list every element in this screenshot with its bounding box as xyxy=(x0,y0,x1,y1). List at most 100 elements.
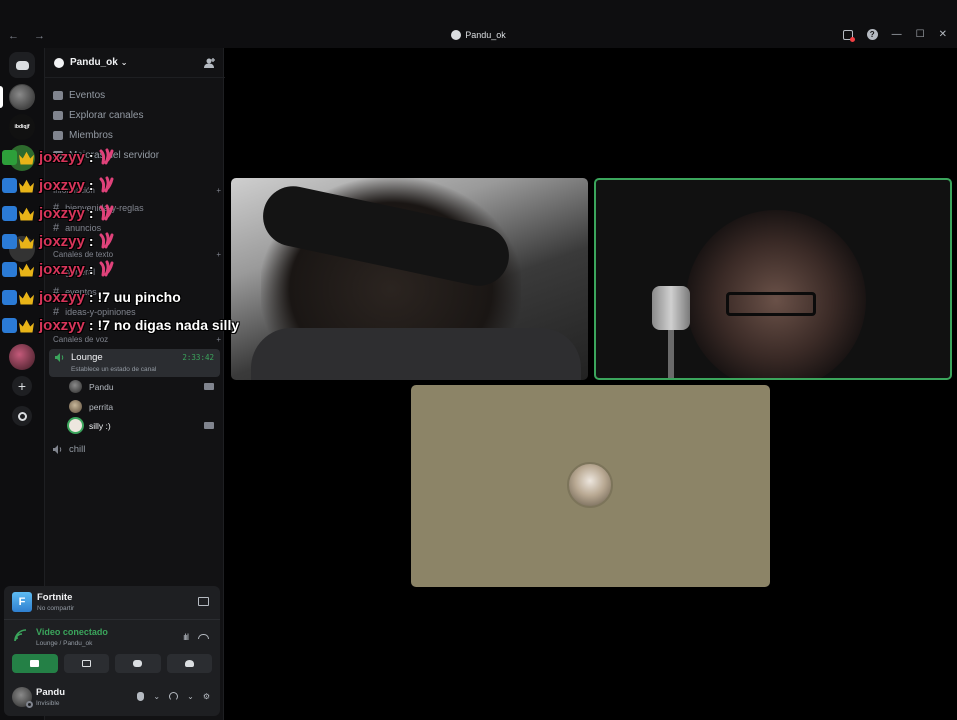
server-ibdiqjf-icon[interactable]: ibdiqjf xyxy=(9,114,35,140)
window-title: Pandu_ok xyxy=(0,30,957,40)
soundboard-icon xyxy=(184,660,194,667)
menu-members[interactable]: Miembros xyxy=(53,126,113,144)
voice-status-title: Video conectado xyxy=(36,627,108,637)
chevron-down-icon[interactable]: ⌄ xyxy=(153,692,160,701)
category-voice[interactable]: Canales de voz + xyxy=(53,335,221,344)
video-icon xyxy=(30,660,40,667)
chat-username: joxzyy xyxy=(39,260,85,278)
share-screen-icon[interactable] xyxy=(198,597,209,606)
emote-icon xyxy=(99,204,114,221)
avatar xyxy=(69,380,82,393)
avatar xyxy=(69,419,82,432)
chat-separator: : xyxy=(88,177,94,193)
activities-button[interactable] xyxy=(115,654,161,673)
close-button[interactable]: ✕ xyxy=(939,29,947,40)
chat-message: joxzyy : xyxy=(2,258,116,280)
title-bar: ← → Pandu_ok ? — ☐ ✕ xyxy=(0,0,957,48)
fortnite-icon: F xyxy=(12,592,32,612)
chat-text: !7 no digas nada silly xyxy=(97,317,240,333)
voice-channel-name: Lounge xyxy=(71,352,103,363)
chat-message: joxzyy : xyxy=(2,230,116,252)
chat-username: joxzyy xyxy=(39,232,85,250)
badge-icon xyxy=(2,149,17,165)
video-tile-speaking[interactable] xyxy=(594,178,952,380)
soundboard-button[interactable] xyxy=(166,654,212,673)
members-icon xyxy=(53,130,63,140)
server-header[interactable]: Pandu_ok ⌄ xyxy=(45,48,225,78)
window-controls: ? — ☐ ✕ xyxy=(842,29,947,42)
user-controls: ⌄ ⌄ ⚙ xyxy=(137,692,210,701)
inbox-icon[interactable] xyxy=(842,29,855,42)
chevron-down-icon: ⌄ xyxy=(120,58,128,67)
noise-suppression-icon[interactable]: ılıl xyxy=(183,632,189,642)
chat-username: joxzyy xyxy=(39,288,85,306)
chevron-down-icon[interactable]: ⌄ xyxy=(187,692,194,701)
server-icon xyxy=(451,30,462,40)
emote-icon xyxy=(99,260,114,277)
headphones-icon[interactable] xyxy=(169,692,179,701)
emote-icon xyxy=(99,148,114,165)
chat-username: joxzyy xyxy=(39,148,85,166)
screen-share-button[interactable] xyxy=(63,654,109,673)
crown-badge-icon xyxy=(19,319,34,333)
crown-badge-icon xyxy=(19,151,34,165)
chat-username: joxzyy xyxy=(39,176,85,194)
menu-events[interactable]: Eventos xyxy=(53,86,105,104)
crown-badge-icon xyxy=(19,291,34,305)
add-server-icon[interactable]: + xyxy=(12,376,32,396)
server-pink-icon[interactable] xyxy=(9,344,35,370)
crown-badge-icon xyxy=(19,235,34,249)
voice-member-perrita[interactable]: perrita xyxy=(69,400,113,413)
discord-home-icon[interactable] xyxy=(9,52,35,78)
chat-text: !7 uu pincho xyxy=(97,289,181,305)
add-channel-icon[interactable]: + xyxy=(216,335,221,344)
mod-badge-icon xyxy=(2,205,17,221)
video-tile-pandu[interactable] xyxy=(231,178,588,380)
camera-icon xyxy=(204,383,214,390)
mod-badge-icon xyxy=(2,317,17,333)
voice-status-path[interactable]: Lounge / Pandu_ok xyxy=(36,640,92,647)
video-tile-avatar[interactable] xyxy=(411,385,770,587)
menu-browse-channels[interactable]: Explorar canales xyxy=(53,106,143,124)
video-feed-detail xyxy=(726,292,816,316)
discover-icon[interactable] xyxy=(12,406,32,426)
server-pandu-icon[interactable] xyxy=(9,84,35,110)
server-name: Pandu_ok xyxy=(70,57,118,68)
microphone-icon[interactable] xyxy=(137,692,145,701)
mod-badge-icon xyxy=(2,261,17,277)
camera-button[interactable] xyxy=(12,654,58,673)
chat-message: joxzyy : xyxy=(2,202,116,224)
activity-name: Fortnite xyxy=(37,592,73,603)
video-feed-detail xyxy=(668,330,674,378)
chat-separator: : xyxy=(88,149,94,165)
invite-icon[interactable] xyxy=(204,57,216,69)
screen-icon xyxy=(81,660,91,667)
activity-fortnite[interactable]: F Fortnite No compartir xyxy=(4,586,220,620)
voice-channel-chill[interactable]: chill xyxy=(53,444,85,455)
user-area: Pandu Invisible ⌄ ⌄ ⚙ xyxy=(4,682,220,716)
crown-badge-icon xyxy=(19,263,34,277)
channel-status-input[interactable]: Establece un estado de canal xyxy=(71,366,156,373)
add-channel-icon[interactable]: + xyxy=(216,250,221,259)
voice-member-silly[interactable]: silly :) xyxy=(69,419,111,432)
user-status: Invisible xyxy=(36,700,60,707)
chat-separator: : xyxy=(88,289,94,305)
voice-channel-lounge[interactable]: Lounge 2:33:42 Establece un estado de ca… xyxy=(49,349,220,377)
crown-badge-icon xyxy=(19,207,34,221)
chat-message: joxzyy : xyxy=(2,174,116,196)
help-icon[interactable]: ? xyxy=(866,29,878,40)
mod-badge-icon xyxy=(2,177,17,193)
chat-username: joxzyy xyxy=(39,204,85,222)
maximize-button[interactable]: ☐ xyxy=(916,29,925,40)
chat-username: joxzyy xyxy=(39,316,85,334)
emote-icon xyxy=(99,176,114,193)
minimize-button[interactable]: — xyxy=(892,29,902,40)
speaker-icon xyxy=(55,353,64,362)
add-channel-icon[interactable]: + xyxy=(216,186,221,195)
crown-badge-icon xyxy=(19,179,34,193)
signal-icon[interactable] xyxy=(14,629,27,642)
voice-timer: 2:33:42 xyxy=(182,353,214,362)
voice-member-pandu[interactable]: Pandu xyxy=(69,380,114,393)
gear-icon[interactable]: ⚙ xyxy=(203,692,210,701)
disconnect-icon[interactable] xyxy=(198,634,209,639)
